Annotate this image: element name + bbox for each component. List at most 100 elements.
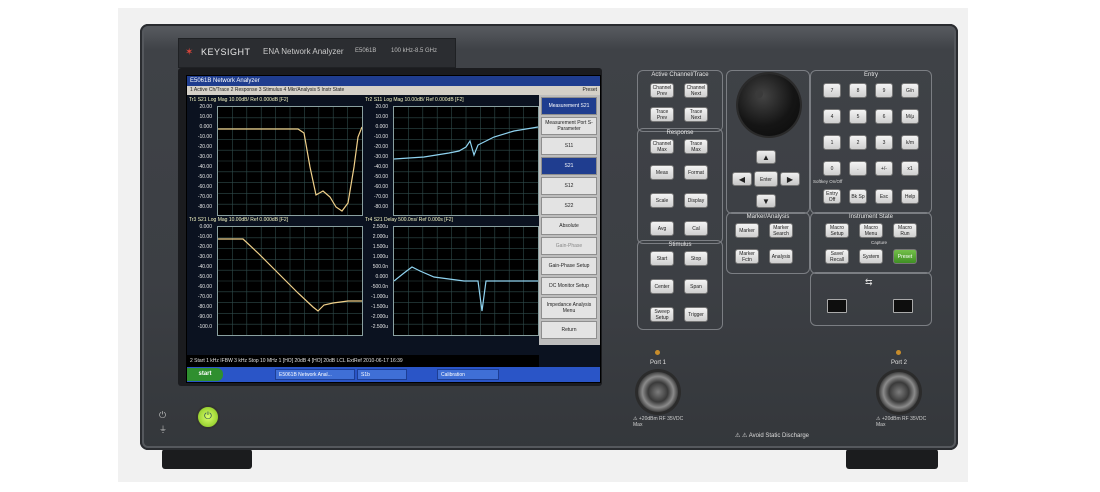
softkey-s22[interactable]: S22 (541, 197, 597, 215)
trace-max-button[interactable]: Trace Max (684, 139, 708, 154)
tick-label: 1.000u (372, 254, 388, 260)
rotary-knob[interactable] (738, 74, 800, 136)
macro-menu-button[interactable]: Macro Menu (859, 223, 883, 238)
key-1[interactable]: 1 (823, 135, 841, 150)
key-6[interactable]: 6 (875, 109, 893, 124)
key-x1[interactable]: x1 (901, 161, 919, 176)
softkey-onoff-caption: Softkey On/Off (813, 179, 843, 184)
taskbar-item[interactable]: E5061B Network Anal... (275, 369, 355, 380)
softkey-return[interactable]: Return (541, 321, 597, 339)
backspace-button[interactable]: Bk Sp (849, 189, 867, 204)
cal-button[interactable]: Cal (684, 221, 708, 236)
key-0[interactable]: 0 (823, 161, 841, 176)
tick-label: -10.00 (373, 134, 388, 140)
stop-button[interactable]: Stop (684, 251, 708, 266)
display-button[interactable]: Display (684, 193, 708, 208)
tick-label: -1.500u (371, 304, 388, 310)
meas-button[interactable]: Meas (650, 165, 674, 180)
trace-svg-1 (218, 107, 362, 215)
softkey-impedance-analysis[interactable]: Impedance Analysis Menu (541, 297, 597, 319)
preset-button[interactable]: Preset (893, 249, 917, 264)
macro-run-button[interactable]: Macro Run (893, 223, 917, 238)
channel-prev-button[interactable]: Channel Prev (650, 83, 674, 98)
key-k-m[interactable]: k/m (901, 135, 919, 150)
taskbar-item[interactable]: Calibration (437, 369, 499, 380)
usb-panel: ⇆ (810, 272, 932, 326)
marker-fctn-button[interactable]: Marker Fctn (735, 249, 759, 264)
ground-icon: ⏚ (159, 425, 167, 434)
trace-next-button[interactable]: Trace Next (684, 107, 708, 122)
arrow-left-button[interactable]: ◀ (732, 172, 752, 186)
port2-connector[interactable] (879, 372, 919, 412)
model-number: E5061B (355, 48, 377, 54)
softkey-measurement[interactable]: Measurement S21 (541, 97, 597, 115)
macro-setup-button[interactable]: Macro Setup (825, 223, 849, 238)
key-4[interactable]: 4 (823, 109, 841, 124)
scale-button[interactable]: Scale (650, 193, 674, 208)
usb-port-left[interactable] (827, 299, 847, 313)
key-5[interactable]: 5 (849, 109, 867, 124)
tick-label: 500.0n (372, 264, 388, 270)
key-2[interactable]: 2 (849, 135, 867, 150)
help-button[interactable]: Help (901, 189, 919, 204)
format-button[interactable]: Format (684, 165, 708, 180)
power-button[interactable]: ⏻ (196, 405, 220, 429)
usb-port-right[interactable] (893, 299, 913, 313)
port1-connector[interactable] (638, 372, 678, 412)
entry-off-button[interactable]: Entry Off (823, 189, 841, 204)
knob-dimple-icon (755, 90, 763, 98)
key-g-n[interactable]: G/n (901, 83, 919, 98)
key-3[interactable]: 3 (875, 135, 893, 150)
plot-area-4[interactable] (393, 226, 539, 336)
span-button[interactable]: Span (684, 279, 708, 294)
display-screen[interactable]: E5061B Network Analyzer 1 Active Ch/Trac… (186, 75, 601, 383)
tick-label: -70.00 (373, 194, 388, 200)
plot-area-2[interactable] (393, 106, 539, 216)
navigation-pad: ▲ ◀ Enter ▶ ▼ (730, 150, 802, 212)
sweep-setup-button[interactable]: Sweep Setup (650, 307, 674, 322)
start-button[interactable]: start (187, 368, 223, 381)
avg-button[interactable]: Avg (650, 221, 674, 236)
center-button[interactable]: Center (650, 279, 674, 294)
key-decimal[interactable]: . (849, 161, 867, 176)
key-9[interactable]: 9 (875, 83, 893, 98)
plot-area-1[interactable] (217, 106, 363, 216)
enter-button[interactable]: Enter (754, 171, 778, 187)
softkey-s11[interactable]: S11 (541, 137, 597, 155)
trace-prev-button[interactable]: Trace Prev (650, 107, 674, 122)
trace-svg-2 (394, 107, 538, 215)
channel-max-button[interactable]: Channel Max (650, 139, 674, 154)
tick-label: -60.00 (197, 184, 212, 190)
left-foot (162, 449, 252, 469)
key-7[interactable]: 7 (823, 83, 841, 98)
tick-label: -2.500u (371, 324, 388, 330)
key-m-mu[interactable]: M/μ (901, 109, 919, 124)
tick-label: 1.500u (372, 244, 388, 250)
softkey-absolute[interactable]: Absolute (541, 217, 597, 235)
window-title: E5061B Network Analyzer (187, 76, 600, 86)
taskbar-item[interactable]: S1b (357, 369, 407, 380)
marker-search-button[interactable]: Marker Search (769, 223, 793, 238)
menu-bar[interactable]: 1 Active Ch/Trace 2 Response 3 Stimulus … (187, 86, 600, 95)
tick-label: -70.00 (197, 294, 212, 300)
key-plus-minus[interactable]: +/- (875, 161, 893, 176)
softkey-gain-phase-setup[interactable]: Gain-Phase Setup (541, 257, 597, 275)
analysis-button[interactable]: Analysis (769, 249, 793, 264)
save-recall-button[interactable]: Save/ Recall (825, 249, 849, 264)
plot-area-3[interactable] (217, 226, 363, 336)
arrow-right-button[interactable]: ▶ (780, 172, 800, 186)
system-button[interactable]: System (859, 249, 883, 264)
start-button[interactable]: Start (650, 251, 674, 266)
softkey-port-s-parameter[interactable]: Measurement Port S-Parameter (541, 117, 597, 135)
trigger-button[interactable]: Trigger (684, 307, 708, 322)
softkey-s21[interactable]: S21 (541, 157, 597, 175)
marker-button[interactable]: Marker (735, 223, 759, 238)
channel-next-button[interactable]: Channel Next (684, 83, 708, 98)
arrow-up-button[interactable]: ▲ (756, 150, 776, 164)
esc-button[interactable]: Esc (875, 189, 893, 204)
softkey-dc-monitor-setup[interactable]: DC Monitor Setup (541, 277, 597, 295)
softkey-gain-phase[interactable]: Gain-Phase (541, 237, 597, 255)
softkey-s12[interactable]: S12 (541, 177, 597, 195)
key-8[interactable]: 8 (849, 83, 867, 98)
arrow-down-button[interactable]: ▼ (756, 194, 776, 208)
